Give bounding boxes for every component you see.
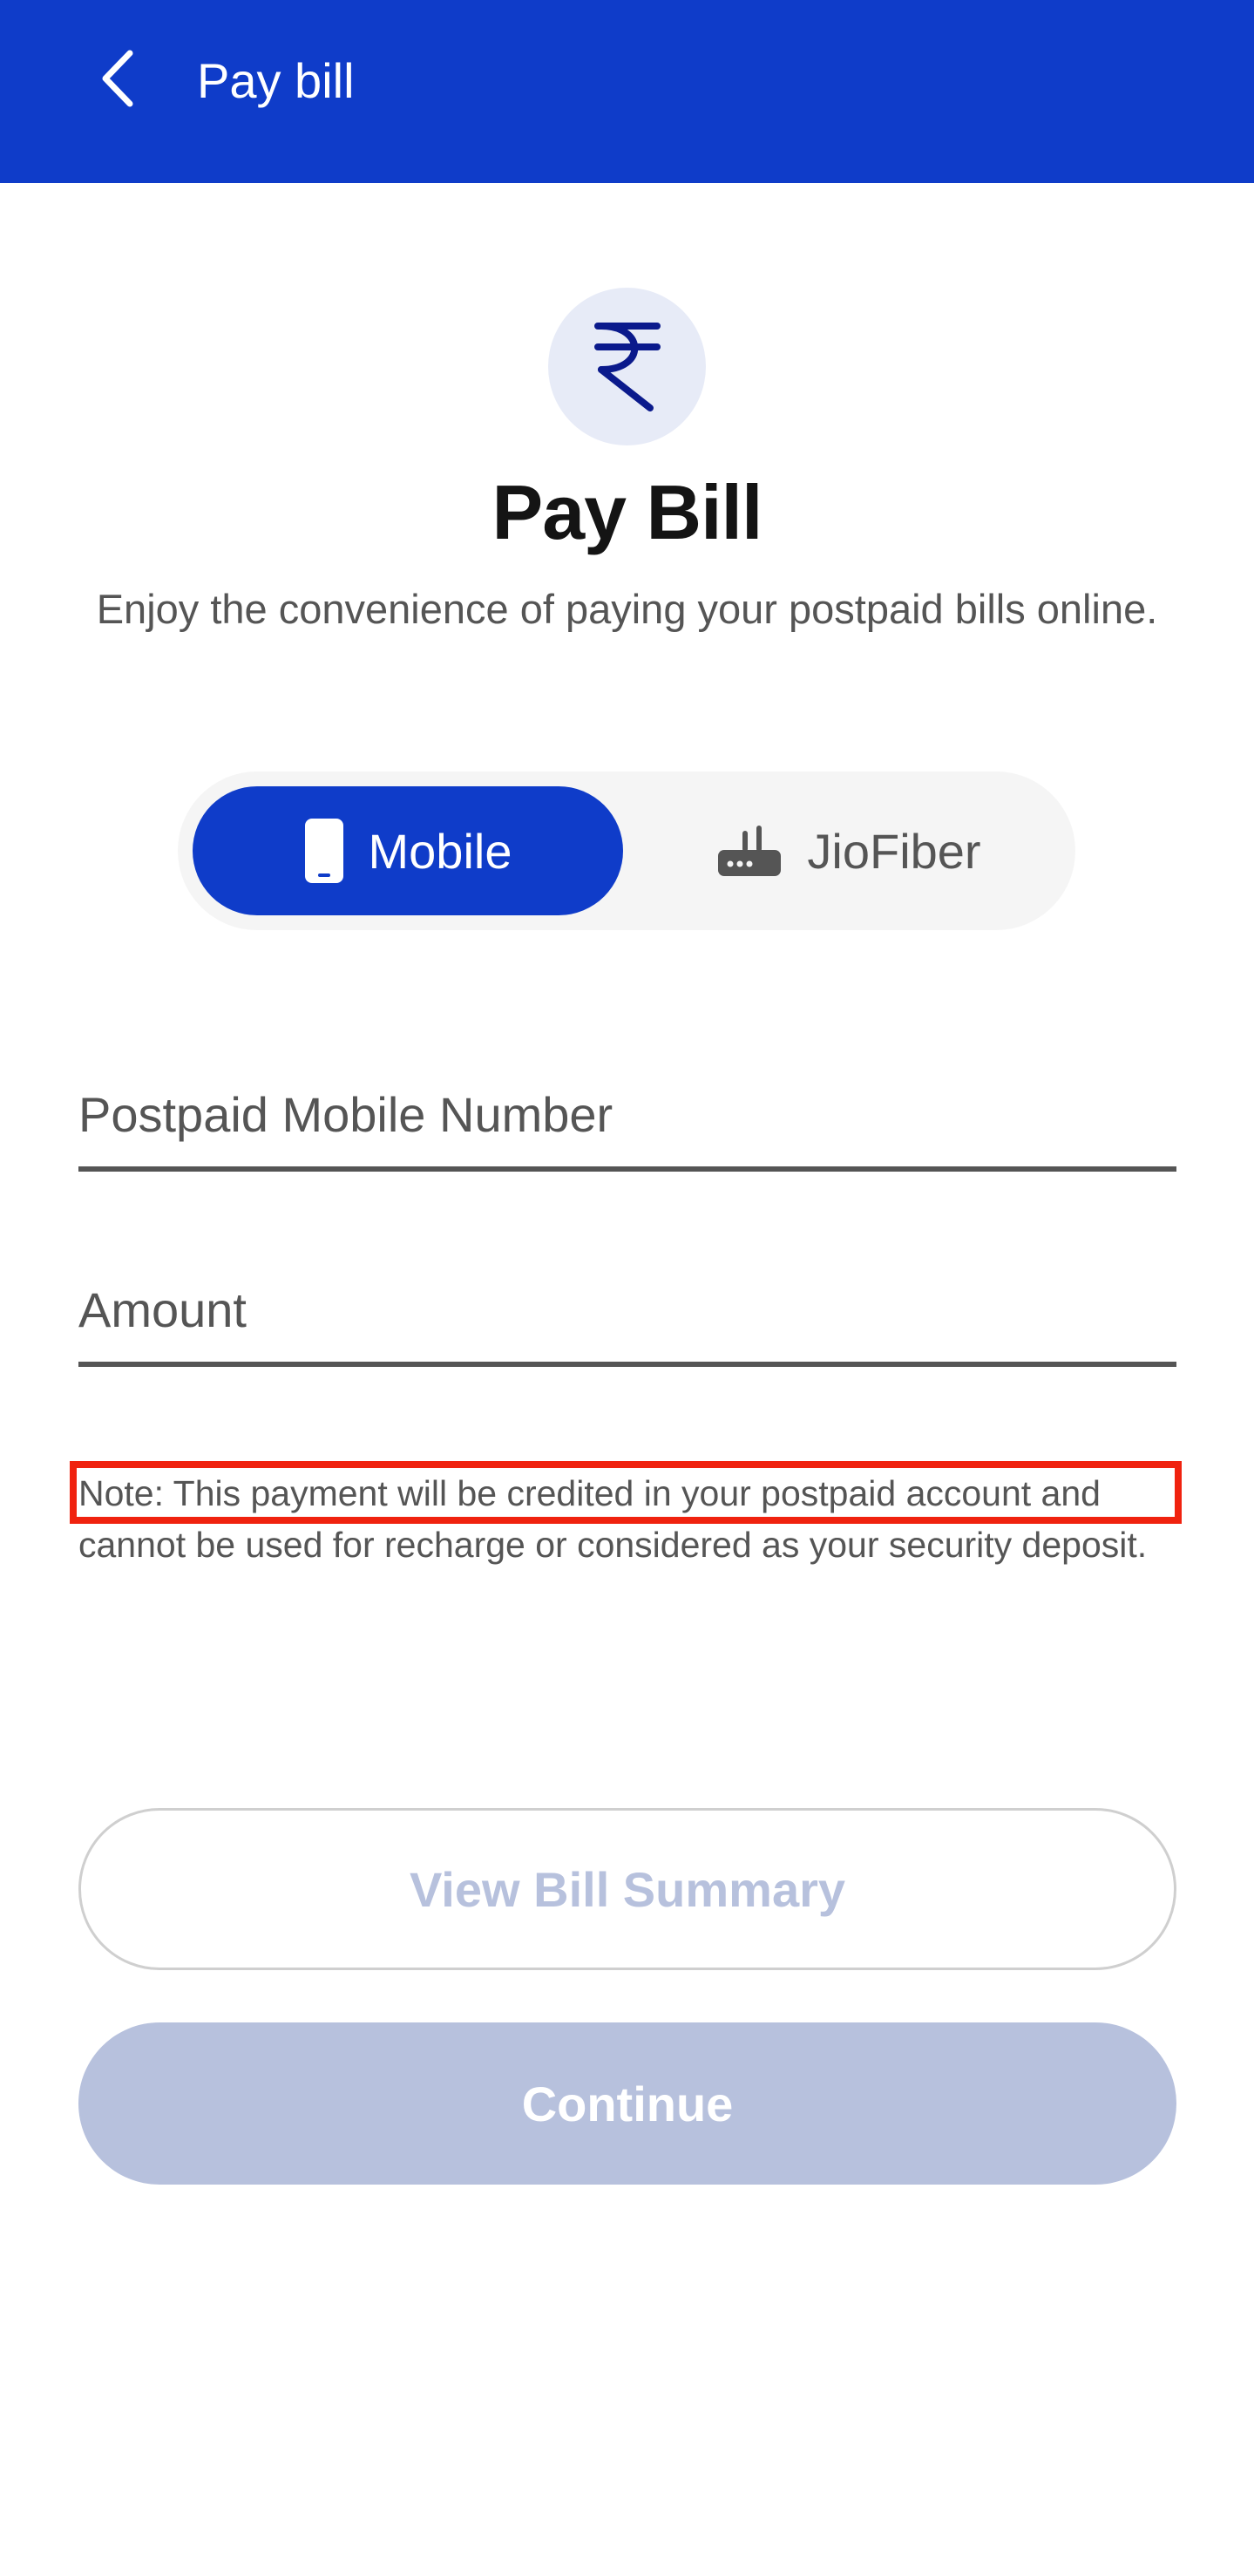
mobile-number-field xyxy=(78,1062,1176,1172)
chevron-left-icon xyxy=(102,50,133,107)
continue-button[interactable]: Continue xyxy=(78,2022,1176,2185)
page-title: Pay bill xyxy=(197,53,355,108)
tab-jiofiber[interactable]: JioFiber xyxy=(640,786,1058,915)
tab-mobile-label: Mobile xyxy=(368,823,512,879)
app-bar: Pay bill xyxy=(0,0,1254,183)
amount-input[interactable] xyxy=(78,1257,1176,1362)
tab-jiofiber-label: JioFiber xyxy=(807,823,981,879)
payment-note: Note: This payment will be credited in y… xyxy=(78,1473,1148,1565)
phone-icon xyxy=(304,818,344,884)
rupee-icon xyxy=(593,322,661,411)
pay-bill-heading: Pay Bill xyxy=(491,469,763,555)
service-toggle: Mobile JioFiber xyxy=(178,771,1075,930)
pay-bill-subtitle: Enjoy the convenience of paying your pos… xyxy=(96,586,1158,632)
amount-field xyxy=(78,1257,1176,1367)
tab-mobile[interactable]: Mobile xyxy=(193,786,623,915)
router-icon xyxy=(716,824,783,878)
back-button[interactable] xyxy=(78,39,157,118)
mobile-number-input[interactable] xyxy=(78,1062,1176,1166)
rupee-badge xyxy=(548,288,706,445)
view-bill-summary-button[interactable]: View Bill Summary xyxy=(78,1808,1176,1970)
